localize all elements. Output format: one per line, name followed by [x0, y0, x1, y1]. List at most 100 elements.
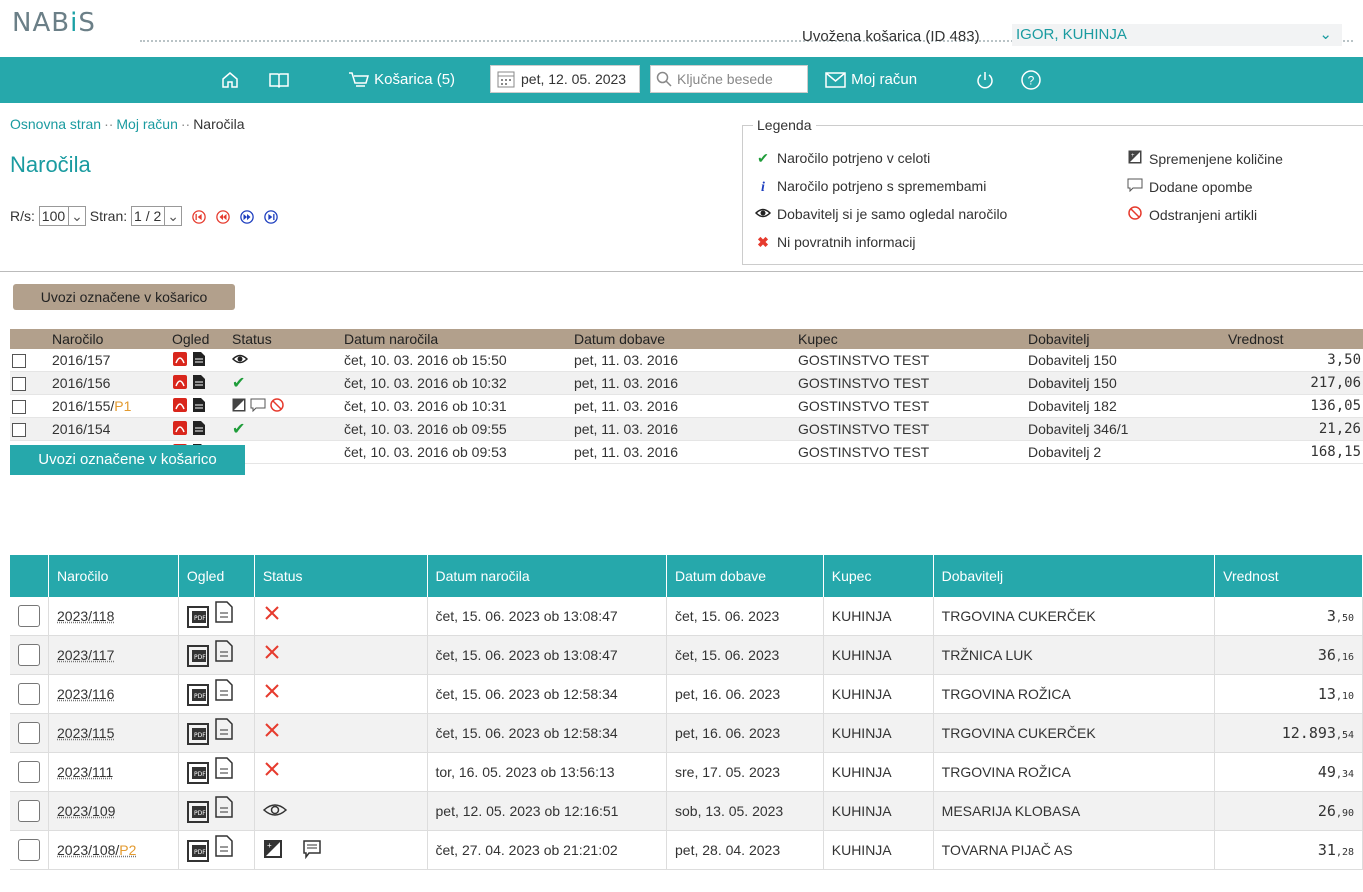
document-icon[interactable] — [192, 351, 206, 370]
catalog-button[interactable] — [268, 57, 290, 103]
row-checkbox[interactable] — [18, 761, 40, 783]
delivery-date: čet, 15. 06. 2023 — [666, 635, 824, 675]
col-order-date[interactable]: Datum naročila — [342, 329, 572, 349]
row-checkbox[interactable] — [12, 400, 26, 415]
document-icon[interactable] — [192, 397, 206, 416]
basket-select[interactable]: IGOR, KUHINJA ⌄ — [1012, 24, 1342, 46]
supplier: Dobavitelj 182 — [1026, 394, 1226, 418]
document-icon[interactable] — [192, 420, 206, 439]
cart-button[interactable]: Košarica (5) — [348, 57, 455, 103]
supplier: MESARIJA KLOBASA — [933, 791, 1216, 831]
col-order-date[interactable]: Datum naročila — [427, 555, 668, 597]
table-row[interactable]: 2023/109 PDF pet, 12. 05. 2023 ob 12:16:51… — [10, 791, 1363, 831]
pdf-icon[interactable] — [172, 420, 188, 439]
pdf-icon[interactable] — [172, 351, 188, 370]
row-checkbox[interactable] — [18, 800, 40, 822]
pdf-icon[interactable]: PDF — [186, 645, 209, 670]
col-value[interactable]: Vrednost — [1214, 555, 1363, 597]
page-select[interactable]: 1 / 2 ⌄ — [131, 206, 182, 226]
order-link[interactable]: 2023/108/P2 — [57, 842, 136, 858]
row-checkbox[interactable] — [18, 683, 40, 705]
pdf-icon[interactable] — [172, 374, 188, 393]
document-icon[interactable] — [215, 678, 233, 704]
col-value[interactable]: Vrednost — [1226, 329, 1363, 349]
col-delivery-date[interactable]: Datum dobave — [666, 555, 824, 597]
pdf-icon[interactable]: PDF — [186, 684, 209, 709]
table-row[interactable]: 2023/111 PDF tor, 16. 05. 2023 ob 13:56:13… — [10, 752, 1363, 792]
document-icon[interactable] — [192, 374, 206, 393]
account-button[interactable]: Moj račun — [825, 57, 917, 103]
document-icon[interactable] — [215, 834, 233, 860]
col-order[interactable]: Naročilo — [48, 555, 179, 597]
table-row[interactable]: 2016/155/P1 čet, 10. 03. 2016 ob 10:31 pe… — [10, 394, 1363, 418]
search-input[interactable]: Ključne besede — [650, 65, 808, 93]
breadcrumb-account[interactable]: Moj račun — [116, 116, 177, 132]
row-checkbox[interactable] — [12, 354, 26, 369]
row-checkbox[interactable] — [18, 839, 40, 861]
col-buyer[interactable]: Kupec — [823, 555, 934, 597]
document-icon[interactable] — [215, 756, 233, 782]
order-number[interactable]: 2016/155/ — [52, 398, 114, 414]
order-value: 36,16 — [1214, 635, 1363, 675]
table-row[interactable]: 2023/108/P2 PDF + čet, 27. 04. 2023 ob 21:… — [10, 830, 1363, 870]
pdf-icon[interactable]: PDF — [186, 762, 209, 787]
order-number[interactable]: 2016/154 — [52, 421, 110, 437]
rows-per-page-select[interactable]: 100 ⌄ — [38, 206, 86, 226]
col-delivery-date[interactable]: Datum dobave — [572, 329, 796, 349]
import-selected-button[interactable]: Uvozi označene v košarico — [10, 445, 245, 475]
col-buyer[interactable]: Kupec — [796, 329, 1026, 349]
document-icon[interactable] — [215, 717, 233, 743]
row-checkbox[interactable] — [12, 377, 26, 392]
col-status[interactable]: Status — [230, 329, 342, 349]
col-view[interactable]: Ogled — [178, 555, 255, 597]
table-row[interactable]: 2016/157 čet, 10. 03. 2016 ob 15:50 pet, … — [10, 349, 1363, 372]
last-page-icon[interactable] — [263, 210, 278, 225]
import-selected-button-old[interactable]: Uvozi označene v košarico — [13, 284, 235, 310]
col-status[interactable]: Status — [254, 555, 428, 597]
prev-page-icon[interactable] — [216, 210, 230, 225]
imported-basket-label: Uvožena košarica (ID 483) — [802, 28, 980, 45]
help-button[interactable]: ? — [1020, 57, 1042, 103]
order-link[interactable]: 2023/117 — [57, 647, 114, 663]
order-number[interactable]: 2016/157 — [52, 352, 110, 368]
supplier: TRGOVINA ROŽICA — [933, 674, 1216, 714]
pdf-icon[interactable]: PDF — [186, 801, 209, 826]
document-icon[interactable] — [215, 639, 233, 665]
first-page-icon[interactable] — [192, 210, 206, 225]
order-value: 136,05 — [1226, 394, 1363, 418]
pdf-icon[interactable]: PDF — [186, 840, 209, 865]
order-link[interactable]: 2023/109 — [57, 803, 115, 819]
pdf-icon[interactable]: PDF — [186, 723, 209, 748]
row-checkbox[interactable] — [18, 605, 40, 627]
table-row[interactable]: 2023/115 PDF čet, 15. 06. 2023 ob 12:58:34… — [10, 713, 1363, 753]
table-row[interactable]: 2023/117 PDF čet, 15. 06. 2023 ob 13:08:47… — [10, 635, 1363, 675]
orders-table: Naročilo Ogled Status Datum naročila Dat… — [10, 555, 1363, 870]
row-checkbox[interactable] — [18, 644, 40, 666]
table-row[interactable]: 2023/116 PDF čet, 15. 06. 2023 ob 12:58:34… — [10, 674, 1363, 714]
col-supplier[interactable]: Dobavitelj — [1026, 329, 1226, 349]
col-order[interactable]: Naročilo — [50, 329, 170, 349]
eye-icon — [262, 803, 287, 821]
table-row[interactable]: 2016/154 ✔ čet, 10. 03. 2016 ob 09:55 pet,… — [10, 417, 1363, 441]
home-button[interactable] — [220, 57, 240, 103]
order-number[interactable]: 2016/156 — [52, 375, 110, 391]
order-link[interactable]: 2023/116 — [57, 686, 114, 702]
row-checkbox[interactable] — [18, 722, 40, 744]
next-page-icon[interactable] — [239, 210, 254, 225]
order-link[interactable]: 2023/115 — [57, 725, 114, 741]
document-icon[interactable] — [215, 795, 233, 821]
order-link[interactable]: 2023/118 — [57, 608, 114, 624]
logout-button[interactable] — [975, 57, 995, 103]
order-link[interactable]: 2023/111 — [57, 764, 113, 780]
breadcrumb-home[interactable]: Osnovna stran — [10, 116, 101, 132]
col-view[interactable]: Ogled — [170, 329, 230, 349]
pdf-icon[interactable] — [172, 397, 188, 416]
nabis-logo[interactable]: NABiS — [12, 8, 96, 38]
table-row[interactable]: 2023/118 PDF čet, 15. 06. 2023 ob 13:08:47… — [10, 597, 1363, 636]
pdf-icon[interactable]: PDF — [186, 606, 209, 631]
table-row[interactable]: 2016/156 ✔ čet, 10. 03. 2016 ob 10:32 pet,… — [10, 371, 1363, 395]
date-picker[interactable]: pet, 12. 05. 2023 — [490, 65, 640, 93]
document-icon[interactable] — [215, 600, 233, 626]
row-checkbox[interactable] — [12, 423, 26, 438]
col-supplier[interactable]: Dobavitelj — [933, 555, 1216, 597]
